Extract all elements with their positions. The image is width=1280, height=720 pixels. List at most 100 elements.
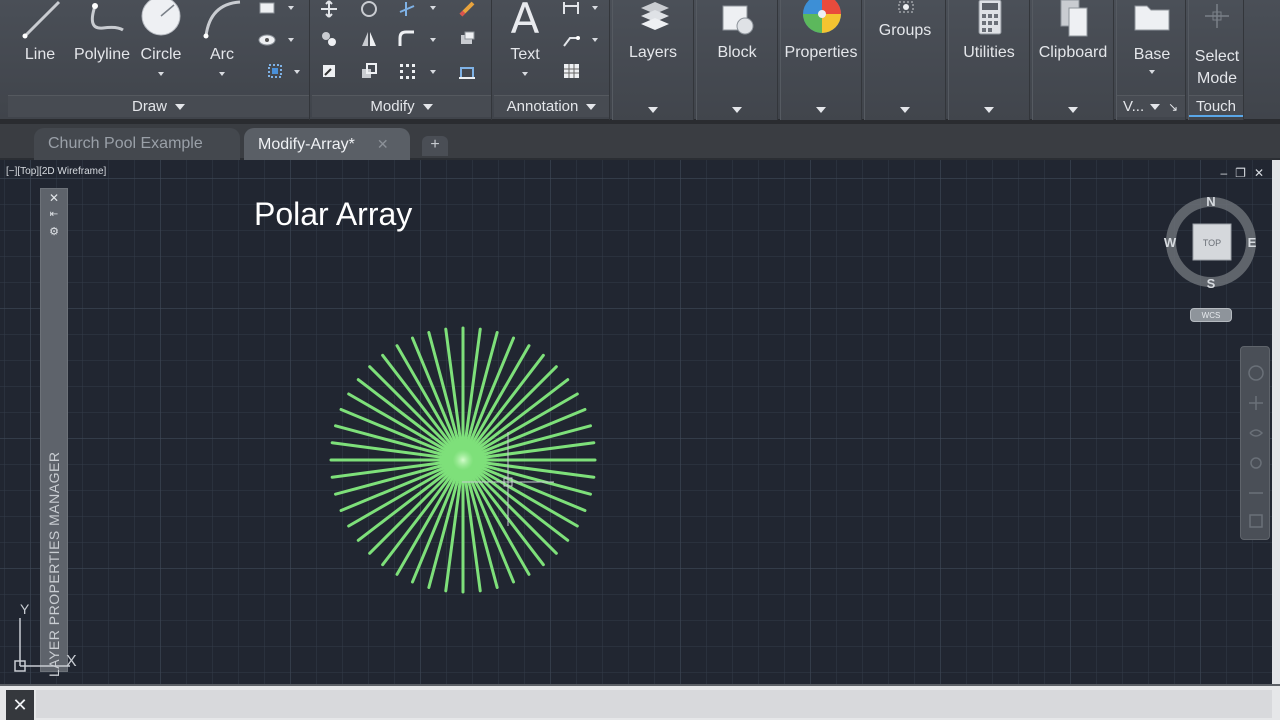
circle-icon: [141, 0, 181, 36]
groups-button[interactable]: Groups: [864, 0, 946, 120]
chevron-down-icon[interactable]: [219, 72, 225, 76]
gear-icon[interactable]: ⚙: [41, 225, 67, 238]
trim-icon[interactable]: [398, 0, 416, 18]
stretch-icon[interactable]: [320, 62, 338, 80]
chevron-down-icon[interactable]: [592, 6, 598, 10]
layers-icon: [641, 2, 669, 30]
modify-panel-title[interactable]: Modify: [312, 95, 491, 117]
chevron-down-icon[interactable]: [294, 70, 300, 74]
base-view-icon: [1134, 5, 1170, 31]
drawing-title-text[interactable]: Polar Array: [254, 196, 412, 233]
modify-panel: Modify: [312, 0, 492, 120]
base-button[interactable]: Base: [1117, 0, 1187, 86]
svg-text:Y: Y: [20, 602, 30, 617]
svg-text:TOP: TOP: [1203, 238, 1221, 248]
svg-text:X: X: [66, 653, 77, 670]
viewcube[interactable]: TOP N S E W: [1162, 190, 1262, 320]
close-icon[interactable]: ✕: [377, 136, 389, 152]
mirror-icon[interactable]: [360, 30, 378, 48]
explode-icon[interactable]: [458, 30, 476, 48]
fillet-icon[interactable]: [398, 30, 416, 48]
ribbon: Line Polyline Circle Arc Draw Modify A T…: [0, 0, 1280, 120]
move-icon[interactable]: [320, 0, 338, 18]
chevron-down-icon: [816, 107, 826, 113]
arc-icon: [203, 0, 241, 39]
compass-north: N: [1206, 194, 1215, 209]
line-button[interactable]: Line: [12, 0, 68, 70]
autocad-window: Line Polyline Circle Arc Draw Modify A T…: [0, 0, 1280, 720]
restore-icon[interactable]: ❐: [1235, 166, 1254, 180]
dialog-launcher-icon: ↘: [1168, 100, 1179, 114]
hatch-icon[interactable]: [258, 30, 276, 48]
layer-properties-palette: ✕ ⇤ ⚙ LAYER PROPERTIES MANAGER: [40, 188, 68, 677]
block-icon: [722, 5, 754, 35]
array-icon[interactable]: [398, 62, 416, 80]
autohide-icon[interactable]: ⇤: [41, 209, 67, 220]
close-icon[interactable]: ✕: [6, 690, 34, 720]
drawing-viewport[interactable]: [−][Top][2D Wireframe] ‒❐✕ Polar Array ✕…: [0, 160, 1280, 684]
polyline-button[interactable]: Polyline: [66, 0, 138, 70]
command-line: ✕: [0, 684, 1280, 720]
document-tab-bar: Church Pool Example Modify-Array* ✕ +: [0, 120, 1280, 160]
block-button[interactable]: Block: [696, 0, 778, 120]
draw-panel-title[interactable]: Draw: [8, 95, 309, 117]
utilities-button[interactable]: Utilities: [948, 0, 1030, 120]
vertical-scrollbar[interactable]: [1272, 160, 1280, 684]
polyline-icon: [90, 3, 124, 32]
chevron-down-icon[interactable]: [430, 38, 436, 42]
table-icon[interactable]: [562, 62, 580, 80]
color-wheel-icon: [803, 0, 841, 33]
chevron-down-icon[interactable]: [430, 6, 436, 10]
arc-button[interactable]: Arc: [200, 0, 244, 76]
new-tab-button[interactable]: +: [422, 136, 448, 156]
scale-icon[interactable]: [360, 62, 378, 80]
rotate-icon[interactable]: [360, 0, 378, 18]
annotation-panel-title[interactable]: Annotation: [494, 95, 609, 117]
chevron-down-icon: [586, 104, 597, 111]
minimize-icon[interactable]: ‒: [1220, 166, 1235, 180]
chevron-down-icon[interactable]: [592, 38, 598, 42]
groups-icon: [898, 1, 914, 13]
leader-icon[interactable]: [562, 30, 580, 48]
chevron-down-icon: [732, 107, 742, 113]
view-panel-title[interactable]: V... ↘: [1117, 95, 1185, 117]
chevron-down-icon[interactable]: [522, 72, 528, 76]
calculator-icon: [978, 0, 1002, 35]
circle-button[interactable]: Circle: [138, 0, 184, 76]
crosshair-icon: [1205, 4, 1229, 28]
clipboard-icon: [1060, 0, 1088, 37]
chevron-down-icon[interactable]: [430, 70, 436, 74]
dimension-icon[interactable]: [562, 0, 580, 18]
navigation-tools-icons[interactable]: [1241, 347, 1271, 541]
view-panel: Base V... ↘: [1116, 0, 1186, 120]
viewport-window-controls: ‒❐✕: [1220, 166, 1272, 180]
command-input[interactable]: [36, 690, 1272, 718]
close-icon[interactable]: ✕: [41, 191, 67, 205]
draw-panel: Line Polyline Circle Arc Draw: [8, 0, 310, 120]
chevron-down-icon[interactable]: [158, 72, 164, 76]
chevron-down-icon: [984, 107, 994, 113]
select-mode-button[interactable]: Select Mode: [1189, 0, 1245, 92]
navigation-bar: [1240, 346, 1270, 540]
close-icon[interactable]: ✕: [1254, 166, 1272, 180]
copy-icon[interactable]: [320, 30, 338, 48]
chevron-down-icon[interactable]: [288, 6, 294, 10]
wcs-menu[interactable]: WCS: [1190, 308, 1232, 322]
tab-church-pool-example[interactable]: Church Pool Example: [34, 128, 240, 160]
viewport-controls-label[interactable]: [−][Top][2D Wireframe]: [6, 166, 106, 177]
chevron-down-icon[interactable]: [288, 38, 294, 42]
text-icon: A: [510, 0, 540, 43]
properties-button[interactable]: Properties: [780, 0, 862, 120]
clipboard-button[interactable]: Clipboard: [1032, 0, 1114, 120]
tab-modify-array[interactable]: Modify-Array* ✕: [244, 128, 410, 160]
chevron-down-icon: [1068, 107, 1078, 113]
chevron-down-icon: [1150, 104, 1161, 111]
touch-panel-title[interactable]: Touch: [1189, 95, 1243, 117]
rectangle-icon[interactable]: [258, 0, 276, 18]
boundary-icon[interactable]: [266, 62, 284, 80]
layers-button[interactable]: Layers: [612, 0, 694, 120]
erase-icon[interactable]: [458, 0, 476, 18]
chevron-down-icon: [1149, 70, 1155, 74]
text-button[interactable]: A Text: [500, 0, 550, 86]
offset-icon[interactable]: [458, 62, 476, 80]
